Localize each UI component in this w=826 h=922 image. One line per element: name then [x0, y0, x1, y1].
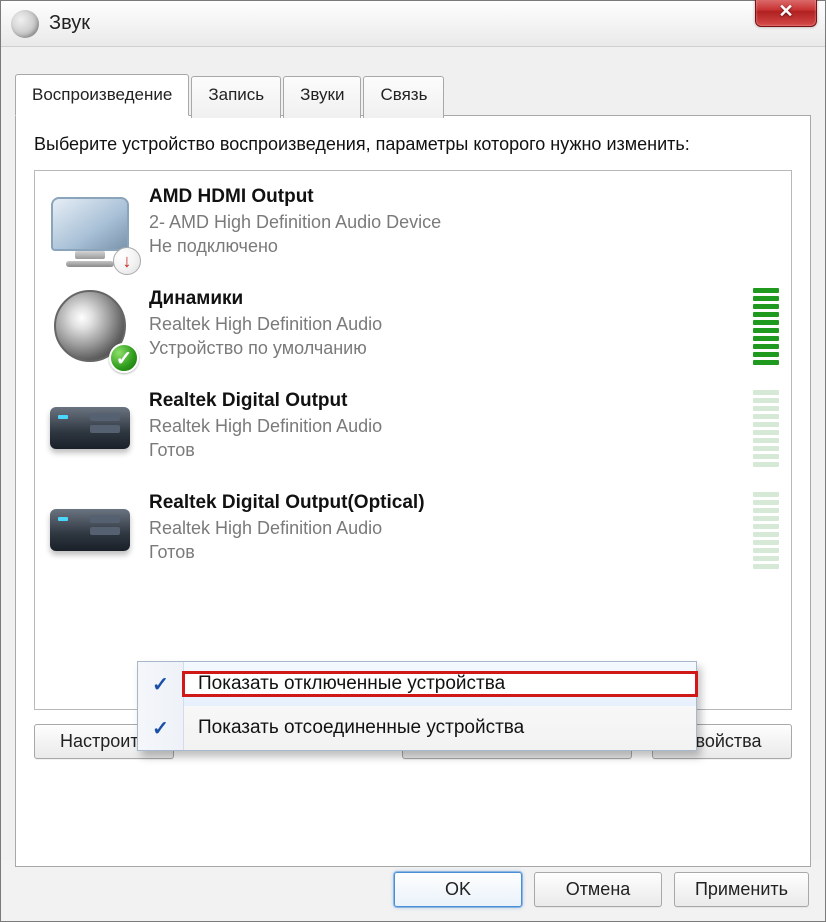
- close-button[interactable]: ✕: [755, 0, 817, 27]
- titlebar: Звук ✕: [1, 1, 825, 47]
- device-name: Realtek Digital Output(Optical): [149, 491, 739, 516]
- vu-meter: [753, 390, 781, 467]
- tabstrip: Воспроизведение Запись Звуки Связь: [15, 73, 811, 115]
- menu-item-label: Показать отключенные устройства: [184, 673, 696, 695]
- close-icon: ✕: [778, 1, 793, 22]
- device-subtitle: Realtek High Definition Audio: [149, 516, 739, 540]
- tab-comm[interactable]: Связь: [363, 76, 444, 118]
- menu-item-label: Показать отсоединенные устройства: [184, 717, 696, 739]
- device-subtitle: Realtek High Definition Audio: [149, 414, 739, 438]
- speaker-icon: [45, 283, 135, 369]
- device-status: Устройство по умолчанию: [149, 336, 739, 360]
- tab-playback[interactable]: Воспроизведение: [15, 74, 189, 116]
- vu-meter: [753, 492, 781, 569]
- device-name: AMD HDMI Output: [149, 185, 781, 210]
- dialog-footer: OK Отмена Применить: [1, 860, 825, 921]
- device-list[interactable]: AMD HDMI Output 2- AMD High Definition A…: [34, 170, 792, 710]
- menu-item-show-disabled[interactable]: ✓ Показать отключенные устройства: [138, 662, 696, 706]
- device-status: Не подключено: [149, 234, 781, 258]
- device-info: AMD HDMI Output 2- AMD High Definition A…: [149, 181, 781, 258]
- sound-icon: [11, 10, 39, 38]
- vu-meter: [753, 288, 781, 365]
- digital-output-icon: [45, 385, 135, 471]
- device-info: Realtek Digital Output Realtek High Defi…: [149, 385, 739, 462]
- device-item[interactable]: AMD HDMI Output 2- AMD High Definition A…: [35, 175, 791, 277]
- down-arrow-badge-icon: [113, 247, 141, 275]
- tab-sounds[interactable]: Звуки: [283, 76, 361, 118]
- cancel-button[interactable]: Отмена: [534, 872, 662, 907]
- menu-item-show-disconnected[interactable]: ✓ Показать отсоединенные устройства: [138, 706, 696, 750]
- check-badge-icon: [109, 343, 139, 373]
- device-info: Realtek Digital Output(Optical) Realtek …: [149, 487, 739, 564]
- tab-record[interactable]: Запись: [191, 76, 281, 118]
- monitor-icon: [45, 181, 135, 267]
- device-status: Готов: [149, 438, 739, 462]
- device-subtitle: Realtek High Definition Audio: [149, 312, 739, 336]
- apply-button[interactable]: Применить: [674, 872, 809, 907]
- instruction-text: Выберите устройство воспроизведения, пар…: [34, 132, 792, 156]
- device-item[interactable]: Динамики Realtek High Definition Audio У…: [35, 277, 791, 379]
- checkmark-icon: ✓: [138, 662, 184, 706]
- window-title: Звук: [49, 12, 90, 35]
- device-item[interactable]: Realtek Digital Output Realtek High Defi…: [35, 379, 791, 481]
- device-name: Динамики: [149, 287, 739, 312]
- digital-output-icon: [45, 487, 135, 573]
- device-item[interactable]: Realtek Digital Output(Optical) Realtek …: [35, 481, 791, 583]
- device-info: Динамики Realtek High Definition Audio У…: [149, 283, 739, 360]
- device-subtitle: 2- AMD High Definition Audio Device: [149, 210, 781, 234]
- device-status: Готов: [149, 540, 739, 564]
- device-name: Realtek Digital Output: [149, 389, 739, 414]
- tab-panel-playback: Выберите устройство воспроизведения, пар…: [15, 115, 811, 867]
- ok-button[interactable]: OK: [394, 872, 522, 907]
- checkmark-icon: ✓: [138, 706, 184, 750]
- dialog-body: Воспроизведение Запись Звуки Связь Выбер…: [1, 59, 825, 921]
- sound-dialog: Звук ✕ Воспроизведение Запись Звуки Связ…: [0, 0, 826, 922]
- context-menu: ✓ Показать отключенные устройства ✓ Пока…: [137, 661, 697, 751]
